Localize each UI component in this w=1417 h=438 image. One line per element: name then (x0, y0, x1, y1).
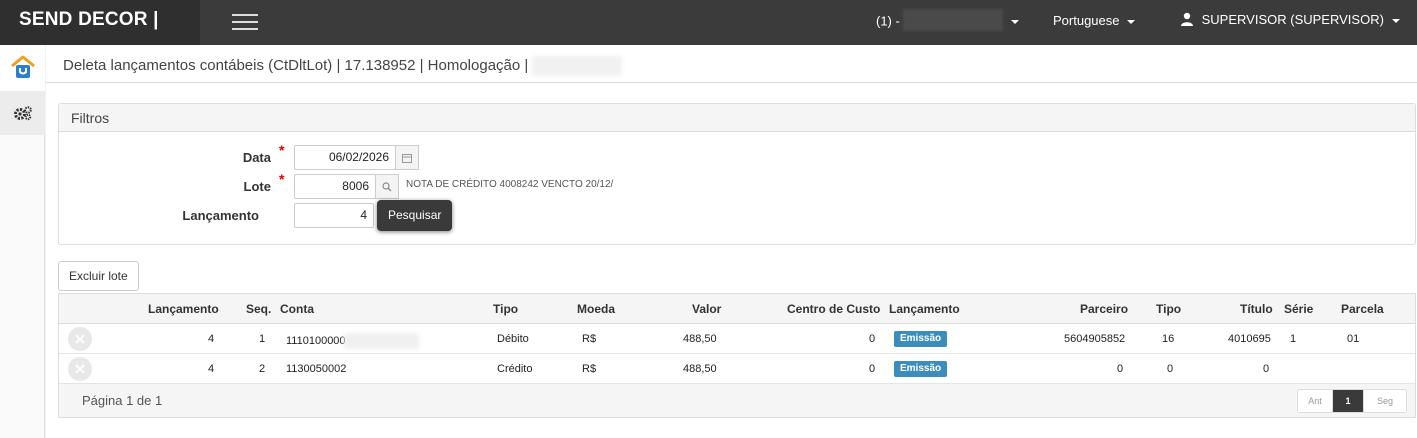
cell-lancamento: 4 (208, 363, 215, 375)
company-name-redacted (903, 9, 1004, 31)
cell-conta: 1130050002 (286, 363, 347, 375)
col-lancamento-tipo[interactable]: Lançamento (889, 302, 960, 316)
language-label: Portuguese (1053, 13, 1120, 28)
search-icon (382, 181, 392, 191)
data-label: Data (242, 150, 271, 165)
col-titulo[interactable]: Título (1240, 302, 1273, 316)
cell-titulo: 0 (1263, 363, 1270, 375)
col-conta[interactable]: Conta (280, 302, 314, 316)
home-icon (10, 55, 35, 78)
sidebar-item-settings[interactable] (0, 91, 45, 135)
cell-tipo: Débito (497, 333, 529, 345)
cell-centro-custo: 0 (869, 333, 876, 345)
col-valor[interactable]: Valor (692, 302, 721, 316)
delete-row-button[interactable] (68, 357, 92, 381)
delete-batch-button[interactable]: Excluir lote (58, 261, 139, 291)
cell-titulo: 4010695 (1228, 333, 1271, 345)
chevron-down-icon (1011, 20, 1020, 24)
calendar-button[interactable] (395, 145, 419, 170)
col-tipo[interactable]: Tipo (493, 302, 518, 316)
col-tipo2[interactable]: Tipo (1156, 302, 1181, 316)
required-mark: * (279, 142, 285, 158)
top-navbar: SEND DECOR | ERP (1) - Portuguese SUPERV… (0, 0, 1417, 70)
cell-centro-custo: 0 (869, 363, 876, 375)
cell-valor: 488,50 (683, 333, 717, 345)
lancamento-input[interactable]: 4 (294, 203, 374, 228)
menu-toggle-icon[interactable] (232, 13, 258, 31)
col-seq[interactable]: Seq. (246, 302, 271, 316)
user-label: SUPERVISOR (SUPERVISOR) (1201, 12, 1384, 27)
cell-lancamento: 4 (208, 333, 215, 345)
user-icon (1181, 12, 1193, 26)
pagination-page-1[interactable]: 1 (1333, 390, 1364, 412)
required-mark: * (279, 171, 285, 187)
page-info: Página 1 de 1 (82, 393, 163, 408)
status-badge: Emissão (894, 361, 948, 377)
pagination-next[interactable]: Seg (1364, 390, 1406, 412)
cell-parceiro: 0 (1117, 363, 1124, 375)
cell-parcela: 01 (1347, 333, 1360, 345)
col-parceiro[interactable]: Parceiro (1080, 302, 1128, 316)
main-content: Deleta lançamentos contábeis (CtDltLot) … (46, 45, 1417, 438)
lancamento-label: Lançamento (182, 208, 259, 223)
user-menu[interactable]: SUPERVISOR (SUPERVISOR) (1180, 12, 1400, 27)
cell-moeda: R$ (582, 333, 597, 345)
cell-moeda: R$ (582, 363, 597, 375)
cell-tipo: Crédito (497, 363, 533, 375)
lote-input[interactable]: 8006 (294, 174, 376, 199)
gears-icon (13, 106, 32, 121)
delete-row-button[interactable] (68, 327, 92, 351)
lote-description: NOTA DE CRÉDITO 4008242 VENCTO 20/12/ (406, 179, 614, 190)
cell-valor: 488,50 (683, 363, 717, 375)
pagination: Ant 1 Seg (1297, 389, 1407, 413)
search-button[interactable]: Pesquisar (377, 200, 453, 231)
environment-name-redacted (532, 56, 623, 76)
divider (46, 82, 1417, 83)
chevron-down-icon (1391, 18, 1400, 23)
col-moeda[interactable]: Moeda (577, 302, 615, 316)
cell-conta: 1110100000 (286, 333, 419, 349)
language-selector[interactable]: Portuguese (1053, 13, 1136, 28)
cell-serie: 1 (1290, 333, 1297, 345)
cell-conta-text: 1110100000 (286, 334, 346, 347)
brand-logo[interactable]: SEND DECOR | ERP (0, 0, 200, 70)
cell-tipo2: 16 (1162, 333, 1175, 345)
data-input[interactable]: 06/02/2026 (294, 145, 396, 170)
lote-label: Lote (243, 179, 271, 194)
close-icon (75, 334, 85, 344)
lote-lookup-button[interactable] (375, 174, 399, 199)
calendar-icon (402, 153, 412, 163)
cell-seq: 2 (259, 363, 266, 375)
cell-seq: 1 (259, 333, 266, 345)
filters-panel: Filtros Data * 06/02/2026 Lote * 8006 NO… (58, 103, 1416, 245)
cell-tipo2: 0 (1167, 363, 1174, 375)
company-selector[interactable]: (1) - (876, 9, 1020, 31)
entries-table: Lançamento Seq. Conta Tipo Moeda Valor C… (58, 293, 1416, 418)
table-header: Lançamento Seq. Conta Tipo Moeda Valor C… (59, 294, 1415, 324)
conta-redacted (343, 333, 419, 349)
table-row[interactable]: 4 1 1110100000 Débito R$ 488,50 0 Emissã… (59, 324, 1415, 354)
close-icon (75, 364, 85, 374)
filters-panel-title: Filtros (59, 104, 1415, 132)
pagination-prev[interactable]: Ant (1298, 390, 1333, 412)
col-lancamento[interactable]: Lançamento (148, 302, 219, 316)
company-label: (1) - (876, 13, 900, 29)
sidebar-item-home[interactable] (0, 45, 45, 91)
page-title-text: Deleta lançamentos contábeis (CtDltLot) … (63, 56, 529, 74)
status-badge: Emissão (894, 331, 948, 347)
table-footer: Página 1 de 1 Ant 1 Seg (59, 384, 1415, 417)
chevron-down-icon (1127, 19, 1136, 24)
col-parcela[interactable]: Parcela (1341, 302, 1384, 316)
col-serie[interactable]: Série (1284, 302, 1313, 316)
page-title: Deleta lançamentos contábeis (CtDltLot) … (63, 56, 623, 76)
left-sidebar (0, 45, 45, 438)
cell-parceiro: 5604905852 (1064, 333, 1126, 345)
col-centro-custo[interactable]: Centro de Custo (787, 302, 880, 316)
table-row[interactable]: 4 2 1130050002 Crédito R$ 488,50 0 Emiss… (59, 354, 1415, 384)
